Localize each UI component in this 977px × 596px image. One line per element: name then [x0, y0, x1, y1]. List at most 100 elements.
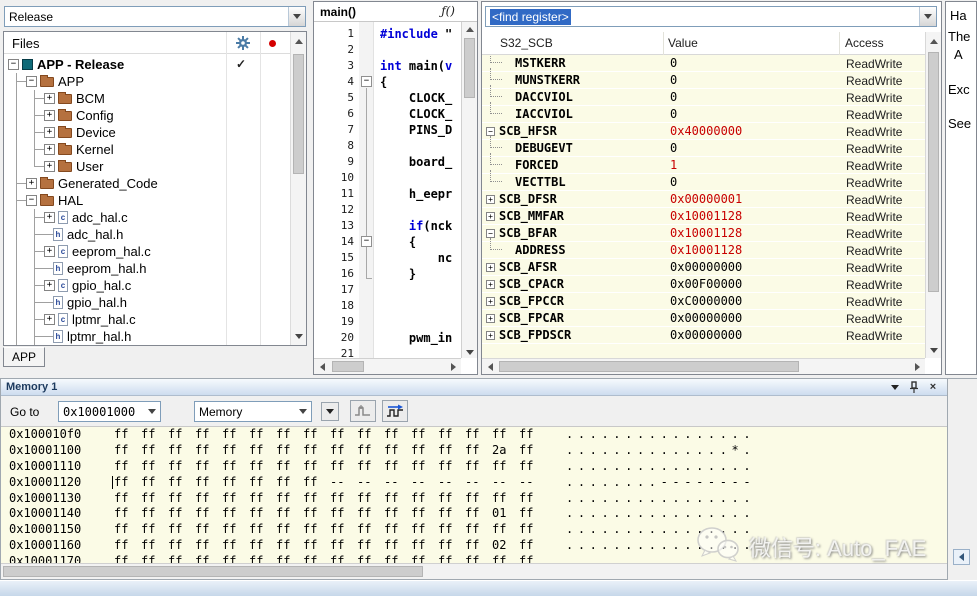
chevron-down-icon[interactable] [294, 402, 311, 421]
expand-icon[interactable]: + [44, 314, 55, 325]
function-list-icon[interactable]: ƒ() [441, 4, 455, 18]
memory-byte[interactable]: ff [114, 538, 128, 554]
memory-byte[interactable]: ff [195, 491, 209, 507]
memory-byte[interactable]: ff [222, 554, 236, 563]
tree-item-config[interactable]: +Config [4, 107, 289, 124]
memory-byte[interactable]: ff [438, 443, 452, 459]
memory-byte[interactable]: ff [249, 459, 263, 475]
memory-byte[interactable]: ff [114, 443, 128, 459]
memory-byte[interactable]: ff [195, 475, 209, 491]
scroll-up-icon[interactable] [926, 34, 941, 48]
code-line-8[interactable]: 8 [314, 138, 461, 154]
memory-byte[interactable]: -- [492, 475, 506, 491]
code-line-18[interactable]: 18 [314, 298, 461, 314]
memory-row-0x10001160[interactable]: 0x10001160ffffffffffffffffffffffffffff02… [1, 538, 947, 554]
scroll-thumb[interactable] [928, 52, 939, 292]
expand-icon[interactable]: + [44, 127, 55, 138]
memory-byte[interactable]: ff [519, 491, 533, 507]
memory-byte[interactable]: ff [357, 491, 371, 507]
memory-byte[interactable]: ff [357, 522, 371, 538]
expand-icon[interactable]: + [44, 280, 55, 291]
memory-byte[interactable]: ff [357, 538, 371, 554]
register-value[interactable]: 0 [670, 56, 677, 71]
memory-byte[interactable]: ff [411, 554, 425, 563]
memory-byte[interactable]: ff [276, 491, 290, 507]
memory-byte[interactable]: ff [195, 506, 209, 522]
memory-byte[interactable]: ff [114, 475, 128, 491]
memory-byte[interactable]: ff [384, 506, 398, 522]
memory-byte[interactable]: ff [303, 491, 317, 507]
memory-byte[interactable]: ff [276, 475, 290, 491]
memory-byte[interactable]: ff [384, 491, 398, 507]
scroll-down-icon[interactable] [462, 344, 477, 358]
memory-byte[interactable]: ff [276, 427, 290, 443]
register-row-iaccviol[interactable]: IACCVIOL0ReadWrite [482, 106, 925, 123]
memory-byte[interactable]: ff [168, 475, 182, 491]
register-value[interactable]: 0x00000000 [670, 260, 742, 275]
register-row-munstkerr[interactable]: MUNSTKERR0ReadWrite [482, 72, 925, 89]
scroll-down-icon[interactable] [926, 342, 941, 356]
code-line-19[interactable]: 19 [314, 314, 461, 330]
memory-byte[interactable]: ff [114, 506, 128, 522]
scroll-thumb[interactable] [332, 361, 364, 372]
memory-byte[interactable]: ff [168, 538, 182, 554]
memory-byte[interactable]: ff [303, 506, 317, 522]
tree-item-hal[interactable]: −HAL [4, 192, 289, 209]
register-value[interactable]: 0x00000000 [670, 328, 742, 343]
memory-byte[interactable]: ff [222, 506, 236, 522]
memory-byte[interactable]: ff [114, 459, 128, 475]
memory-byte[interactable]: ff [303, 427, 317, 443]
memory-byte[interactable]: ff [303, 538, 317, 554]
register-value[interactable]: 0 [670, 90, 677, 105]
register-row-scb_cpacr[interactable]: +SCB_CPACR0x00F00000ReadWrite [482, 276, 925, 293]
register-row-scb_fpcar[interactable]: +SCB_FPCAR0x00000000ReadWrite [482, 310, 925, 327]
code-line-20[interactable]: 20 pwm_in [314, 330, 461, 346]
memory-byte[interactable]: ff [465, 554, 479, 563]
scroll-down-icon[interactable] [291, 328, 306, 343]
memory-trace-icon[interactable] [382, 400, 408, 422]
tree-item-app-release[interactable]: −APP - Release✓ [4, 56, 289, 73]
memory-byte[interactable]: ff [222, 459, 236, 475]
memory-byte[interactable]: -- [465, 475, 479, 491]
expand-icon[interactable]: + [44, 110, 55, 121]
collapse-icon[interactable]: − [26, 76, 37, 87]
register-row-scb_mmfar[interactable]: +SCB_MMFAR0x10001128ReadWrite [482, 208, 925, 225]
memory-byte[interactable]: ff [330, 522, 344, 538]
collapse-icon[interactable]: − [486, 127, 495, 136]
memory-byte[interactable]: ff [411, 427, 425, 443]
memory-byte[interactable]: ff [168, 443, 182, 459]
code-line-7[interactable]: 7 PINS_D [314, 122, 461, 138]
memory-byte[interactable]: ff [519, 522, 533, 538]
code-line-17[interactable]: 17 [314, 282, 461, 298]
register-row-debugevt[interactable]: DEBUGEVT0ReadWrite [482, 140, 925, 157]
register-row-forced[interactable]: FORCED1ReadWrite [482, 157, 925, 174]
memory-byte[interactable]: ff [249, 538, 263, 554]
memory-byte[interactable]: ff [249, 522, 263, 538]
memory-byte[interactable]: ff [330, 506, 344, 522]
register-value[interactable]: 0x00000001 [670, 192, 742, 207]
memory-byte[interactable]: ff [384, 459, 398, 475]
memory-byte[interactable]: ff [114, 522, 128, 538]
workspace-tab-app[interactable]: APP [3, 347, 45, 367]
memory-byte[interactable]: 02 [492, 538, 506, 554]
display-format-button[interactable] [321, 402, 339, 421]
memory-byte[interactable]: ff [249, 427, 263, 443]
expand-icon[interactable]: + [486, 212, 495, 221]
scroll-thumb[interactable] [3, 566, 423, 577]
code-line-2[interactable]: 2 [314, 42, 461, 58]
memory-byte[interactable]: ff [330, 491, 344, 507]
editor-horizontal-scrollbar[interactable] [314, 358, 461, 374]
memory-byte[interactable]: ff [519, 459, 533, 475]
memory-byte[interactable]: ff [492, 427, 506, 443]
memory-byte[interactable]: -- [438, 475, 452, 491]
memory-byte[interactable]: ff [438, 459, 452, 475]
memory-byte[interactable]: ff [195, 443, 209, 459]
memory-byte[interactable]: ff [492, 491, 506, 507]
memory-byte[interactable]: 2a [492, 443, 506, 459]
tree-item-device[interactable]: +Device [4, 124, 289, 141]
memory-byte[interactable]: ff [465, 491, 479, 507]
collapse-icon[interactable]: − [8, 59, 19, 70]
register-value[interactable]: 0xC0000000 [670, 294, 742, 309]
build-config-select[interactable]: Release [4, 6, 306, 27]
memory-byte[interactable]: ff [141, 443, 155, 459]
